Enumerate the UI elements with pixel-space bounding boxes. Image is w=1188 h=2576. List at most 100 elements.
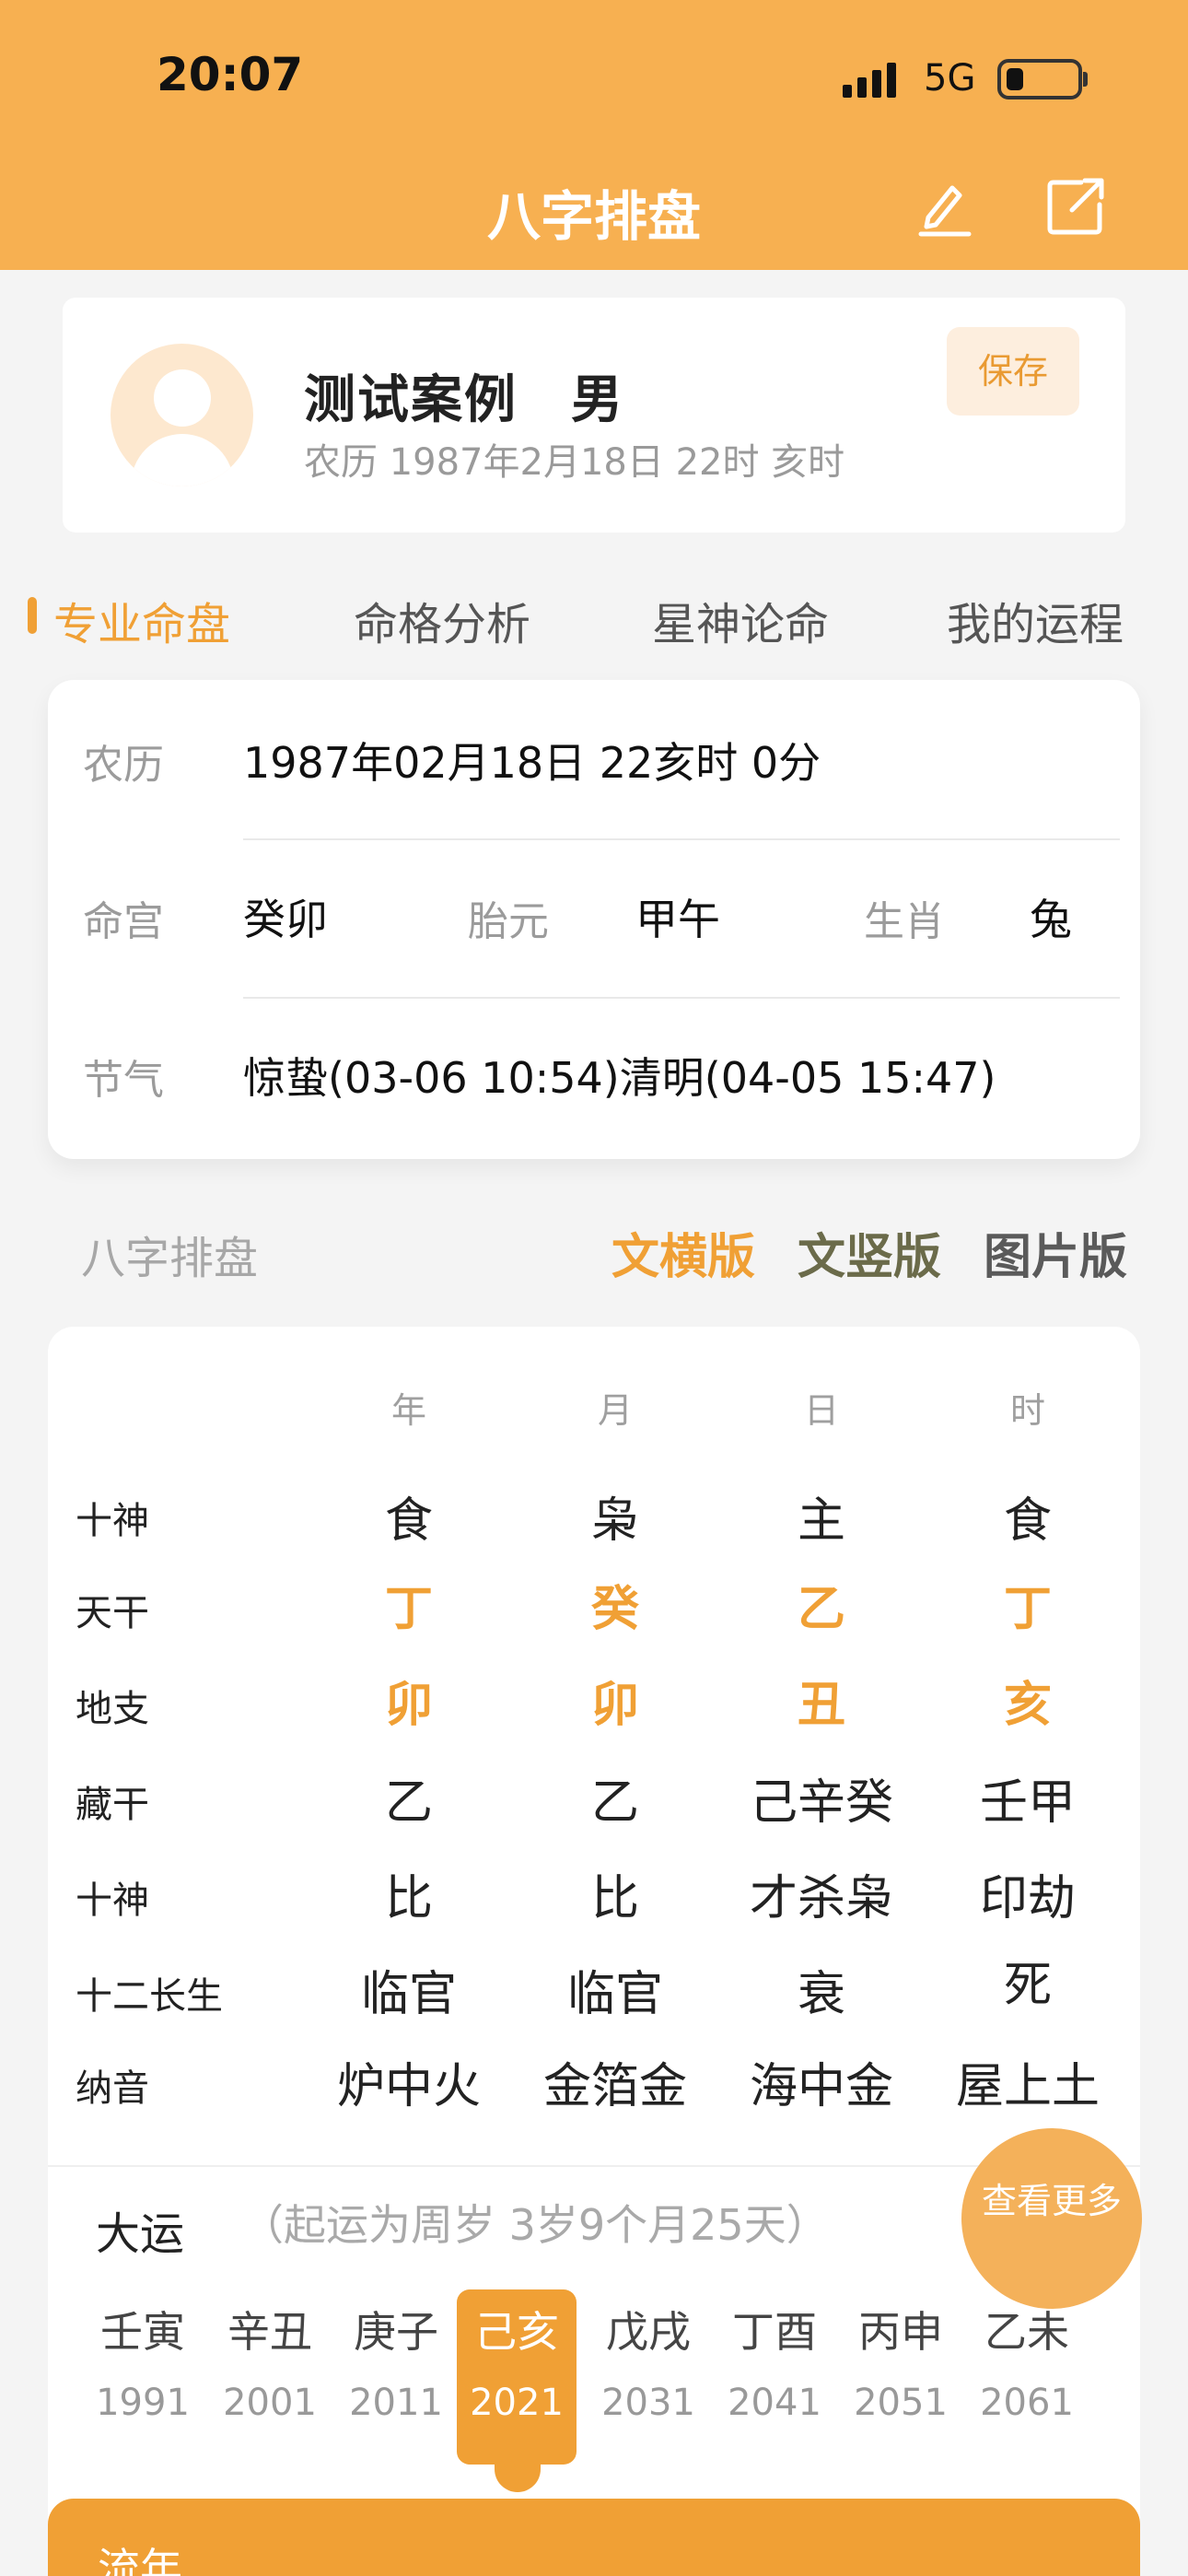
- cell-dizhi: 亥: [1003, 1678, 1052, 1733]
- liunian-section: 流年: [48, 2499, 1140, 2576]
- row-label-canggan: 藏干: [76, 1784, 149, 1826]
- dayun-item[interactable]: 戊戌 2031: [588, 2289, 708, 2465]
- cell: 临官: [360, 1967, 457, 2022]
- cell-tiangan: 丁: [384, 1582, 433, 1637]
- version-vertical-button[interactable]: 文竖版: [798, 1218, 941, 1287]
- cell: 临官: [566, 1967, 663, 2022]
- tab-professional[interactable]: 专业命盘: [53, 588, 230, 652]
- cell: 枭: [590, 1493, 639, 1549]
- cell: 屋上土: [955, 2059, 1100, 2114]
- cell: 比: [590, 1871, 639, 1926]
- dayun-item[interactable]: 庚子 2011: [336, 2289, 456, 2465]
- row-label-shishen-2: 十神: [76, 1879, 149, 1922]
- cell: 己辛癸: [749, 1775, 893, 1831]
- tab-bar: 专业命盘 命格分析 星神论命 我的运程: [0, 571, 1188, 663]
- dayun-note: （起运为周岁 3岁9个月25天）: [241, 2200, 829, 2250]
- profile-card: 测试案例 男 农历 1987年2月18日 22时 亥时 保存: [63, 298, 1125, 533]
- tab-analysis[interactable]: 命格分析: [354, 588, 530, 652]
- dayun-ganzhi: 戊戌: [606, 2307, 691, 2357]
- cell: 印劫: [979, 1871, 1076, 1926]
- cell: 比: [384, 1871, 433, 1926]
- shengxiao-label: 生肖: [864, 898, 945, 945]
- column-hour: 时: [1009, 1390, 1045, 1431]
- profile-name: 测试案例 男: [304, 370, 624, 430]
- cell-dizhi: 卯: [384, 1678, 433, 1733]
- row-label-dizhi: 地支: [76, 1688, 149, 1730]
- dayun-item[interactable]: 丙申 2051: [841, 2289, 961, 2465]
- cell: 死: [1003, 1958, 1052, 2013]
- dayun-ganzhi: 丙申: [858, 2307, 943, 2357]
- liunian-title: 流年: [98, 2544, 182, 2576]
- row-label-tiangan: 天干: [76, 1592, 149, 1634]
- taiyuan-value: 甲午: [635, 895, 720, 944]
- cell: 乙: [384, 1775, 433, 1831]
- divider: [243, 838, 1120, 840]
- cell: 金箔金: [542, 2059, 687, 2114]
- page-title: 八字排盘: [486, 185, 701, 248]
- profile-date: 农历 1987年2月18日 22时 亥时: [304, 441, 845, 484]
- version-image-button[interactable]: 图片版: [984, 1218, 1127, 1287]
- column-day: 日: [803, 1390, 839, 1431]
- taiyuan-label: 胎元: [468, 898, 549, 945]
- signal-icon: [843, 61, 907, 98]
- bazi-table: 年 月 日 时 十神 食 枭 主 食 天干 丁 癸 乙 丁 地支 卯 卯 丑 亥…: [48, 1327, 1140, 2170]
- battery-icon: [997, 59, 1088, 100]
- cell: 壬甲: [979, 1775, 1076, 1831]
- jieqi-value: 惊蛰(03-06 10:54)清明(04-05 15:47): [243, 1053, 996, 1103]
- dayun-ganzhi: 己亥: [474, 2307, 559, 2357]
- row-label-changsheng: 十二长生: [76, 1975, 223, 2018]
- cell-dizhi: 卯: [590, 1678, 639, 1733]
- selection-notch: [495, 2465, 541, 2492]
- cell-tiangan: 丁: [1003, 1582, 1052, 1637]
- jieqi-label: 节气: [83, 1057, 164, 1104]
- cell: 才杀枭: [749, 1871, 893, 1926]
- divider: [48, 2165, 1140, 2167]
- version-horizontal-button[interactable]: 文横版: [611, 1218, 755, 1287]
- cell-tiangan: 癸: [590, 1582, 639, 1637]
- row-label-shishen: 十神: [76, 1500, 149, 1542]
- tab-indicator: [28, 597, 37, 634]
- cell-dizhi: 丑: [797, 1678, 845, 1733]
- column-month: 月: [597, 1390, 633, 1431]
- cell: 炉中火: [336, 2059, 481, 2114]
- top-bar: 20:07 5G 八字排盘: [0, 0, 1188, 392]
- share-icon[interactable]: [1044, 175, 1109, 240]
- cell: 主: [797, 1493, 845, 1549]
- dayun-ganzhi: 辛丑: [227, 2307, 312, 2357]
- divider: [243, 997, 1120, 999]
- dayun-year: 2031: [601, 2382, 695, 2424]
- shengxiao-value: 兔: [1030, 895, 1072, 944]
- minggong-value: 癸卯: [243, 895, 328, 944]
- tab-fortune[interactable]: 我的运程: [947, 588, 1124, 652]
- dayun-ganzhi: 乙未: [984, 2307, 1069, 2357]
- dayun-year: 2001: [223, 2382, 317, 2424]
- dayun-item[interactable]: 乙未 2061: [967, 2289, 1087, 2465]
- dayun-ganzhi: 庚子: [354, 2307, 438, 2357]
- cell: 食: [384, 1493, 433, 1549]
- lunar-value: 1987年02月18日 22亥时 0分: [243, 738, 821, 788]
- column-year: 年: [390, 1390, 426, 1431]
- dayun-item[interactable]: 丁酉 2041: [715, 2289, 834, 2465]
- status-time: 20:07: [157, 48, 304, 101]
- dayun-year: 2021: [470, 2382, 564, 2424]
- save-button[interactable]: 保存: [947, 327, 1079, 416]
- info-card: 农历 1987年02月18日 22亥时 0分 命宫 癸卯 胎元 甲午 生肖 兔 …: [48, 680, 1140, 1159]
- cell: 乙: [590, 1775, 639, 1831]
- dayun-year: 2061: [980, 2382, 1074, 2424]
- minggong-label: 命宫: [83, 898, 164, 945]
- dayun-year: 2041: [728, 2382, 821, 2424]
- cell: 海中金: [749, 2059, 893, 2114]
- lunar-label: 农历: [83, 742, 164, 789]
- view-more-button[interactable]: 查看更多: [961, 2128, 1142, 2309]
- cell-tiangan: 乙: [797, 1582, 845, 1637]
- edit-icon[interactable]: [912, 175, 976, 240]
- avatar: [111, 344, 253, 486]
- dayun-item[interactable]: 壬寅 1991: [83, 2289, 203, 2465]
- dayun-item-selected[interactable]: 己亥 2021: [457, 2289, 577, 2465]
- dayun-title: 大运: [96, 2208, 185, 2260]
- network-label: 5G: [924, 57, 976, 100]
- dayun-year: 1991: [96, 2382, 190, 2424]
- dayun-item[interactable]: 辛丑 2001: [210, 2289, 330, 2465]
- cell: 食: [1003, 1493, 1052, 1549]
- tab-stars[interactable]: 星神论命: [652, 588, 829, 652]
